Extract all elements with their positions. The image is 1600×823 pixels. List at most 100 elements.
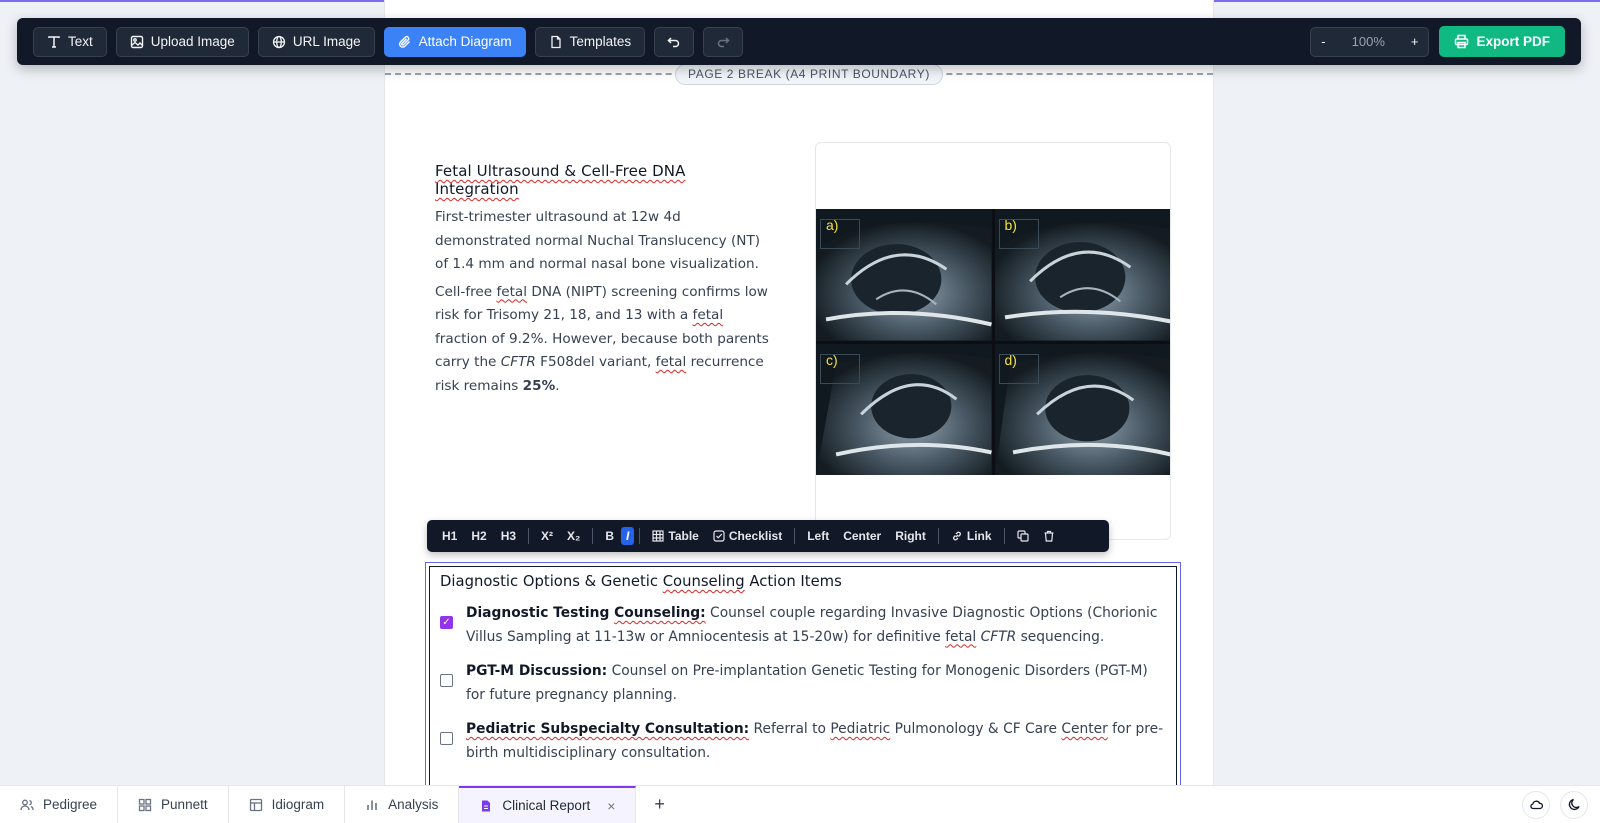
redo-button[interactable] [703,26,744,57]
text-label: Text [68,34,93,49]
export-pdf-button[interactable]: Export PDF [1439,26,1565,57]
close-tab-button[interactable]: × [607,798,615,814]
paperclip-icon [398,35,410,48]
globe-icon [272,35,285,48]
panel-label: b) [1004,217,1017,233]
checklist-item-text[interactable]: Pediatric Subspecialty Consultation: Ref… [466,718,1166,765]
panel-label: c) [826,351,838,368]
cloud-icon [1529,800,1543,810]
para2-text: fetal [655,354,687,370]
format-toolbar: H1 H2 H3 X² X₂ B I Table Checklist Left … [427,520,1109,552]
para2-text: fetal [692,307,724,323]
item-body: Referral to [749,721,831,737]
ultrasound-panel-c: c) [816,343,992,475]
zoom-in-button[interactable]: + [1401,34,1429,49]
item-heading: PGT-M Discussion: [466,663,608,679]
tab-analysis[interactable]: Analysis [345,785,460,823]
italic-button[interactable]: I [621,527,635,545]
cloud-sync-button[interactable] [1522,790,1550,819]
copy-icon [1016,530,1029,542]
heading-1-button[interactable]: H1 [435,526,464,546]
checklist-item-text[interactable]: Diagnostic Testing Counseling: Counsel c… [466,602,1166,649]
checklist-title-text: Diagnostic Options & Genetic [440,573,663,590]
checklist-item: PGT-M Discussion: Counsel on Pre-implant… [440,660,1166,707]
url-image-button[interactable]: URL Image [257,26,375,57]
table-button[interactable]: Table [645,526,705,546]
section-title: Fetal Ultrasound & Cell-Free DNA Integra… [435,162,770,198]
checkbox-icon [713,530,725,542]
checklist-item: Diagnostic Testing Counseling: Counsel c… [440,602,1166,649]
page-break-label: PAGE 2 BREAK (A4 PRINT BOUNDARY) [675,64,943,85]
tab-pedigree[interactable]: Pedigree [0,785,119,823]
item-body: Pediatric [830,721,891,737]
document-icon [482,800,491,811]
zoom-value: 100% [1351,34,1385,49]
tab-clinical-report[interactable]: Clinical Report × [459,785,637,823]
checklist-block[interactable]: Diagnostic Options & Genetic Counseling … [425,562,1181,802]
divider [528,528,530,544]
undo-icon [667,36,680,47]
checklist-label: Checklist [728,529,783,543]
recurrence-risk-value: 25% [522,377,556,394]
tab-idiogram[interactable]: Idiogram [229,785,346,823]
tab-label: Clinical Report [502,798,591,813]
divider [937,528,939,544]
item-body: sequencing. [1016,628,1105,645]
ultrasound-panel-d: d) [994,343,1170,475]
checklist-title-text: Counseling [662,573,745,590]
attach-diagram-button[interactable]: Attach Diagram [383,26,526,57]
table-icon [652,530,664,542]
link-button[interactable]: Link [944,526,999,546]
ultrasound-section[interactable]: Fetal Ultrasound & Cell-Free DNA Integra… [435,162,770,402]
checkbox-unchecked[interactable] [440,674,453,687]
bottom-tab-bar: Pedigree Punnett Idiogram Analysis Clini… [0,785,1600,823]
templates-button[interactable]: Templates [534,26,646,57]
para2-text: fetal [496,283,528,300]
item-heading: Counseling: [614,605,706,621]
item-body: fetal [945,628,977,645]
users-icon [20,799,34,810]
file-icon [551,35,561,48]
moon-icon [1568,798,1580,811]
main-toolbar: Text Upload Image URL Image Attach Diagr… [17,18,1581,65]
heading-3-button[interactable]: H3 [494,526,523,546]
tab-punnett[interactable]: Punnett [118,785,229,823]
checklist-item-text[interactable]: PGT-M Discussion: Counsel on Pre-implant… [466,660,1166,707]
panel-label: d) [1004,351,1017,368]
add-text-button[interactable]: Text [33,26,107,57]
align-right-button[interactable]: Right [888,526,933,546]
subscript-button[interactable]: X₂ [560,526,587,546]
checklist-button[interactable]: Checklist [706,526,789,546]
checkbox-checked[interactable] [440,616,453,629]
table-icon [249,798,262,811]
url-image-label: URL Image [292,34,361,49]
item-body: Center [1061,721,1108,737]
checklist-item: Pediatric Subspecialty Consultation: Ref… [440,718,1166,765]
align-center-button[interactable]: Center [836,526,888,546]
italic-label: I [626,529,630,543]
heading-2-button[interactable]: H2 [464,526,493,546]
add-tab-button[interactable]: + [636,794,683,815]
zoom-out-button[interactable]: - [1311,34,1335,49]
templates-label: Templates [569,34,632,49]
tab-label: Idiogram [271,797,325,812]
link-icon [952,531,961,541]
upload-image-button[interactable]: Upload Image [115,26,249,57]
superscript-button[interactable]: X² [534,526,560,546]
gene-name: CFTR [980,628,1017,645]
tab-label: Pedigree [43,797,98,812]
para2-text: F508del variant, [535,354,656,370]
bold-button[interactable]: B [598,526,621,546]
delete-button[interactable] [1036,527,1062,545]
ultrasound-figure-card[interactable]: a) b) c) d) [815,142,1171,540]
dark-mode-toggle[interactable] [1560,790,1588,819]
undo-button[interactable] [654,26,695,57]
section-title-text: Fetal Ultrasound & Cell-Free DNA Integra… [435,162,686,198]
align-left-button[interactable]: Left [800,526,836,546]
duplicate-button[interactable] [1010,527,1036,545]
item-heading: Pediatric Subspecialty Consultation: [466,721,750,737]
document-page: PAGE 2 BREAK (A4 PRINT BOUNDARY) Fetal U… [385,0,1213,802]
grid-icon [138,798,152,811]
checkbox-unchecked[interactable] [440,732,453,745]
divider [639,528,641,544]
